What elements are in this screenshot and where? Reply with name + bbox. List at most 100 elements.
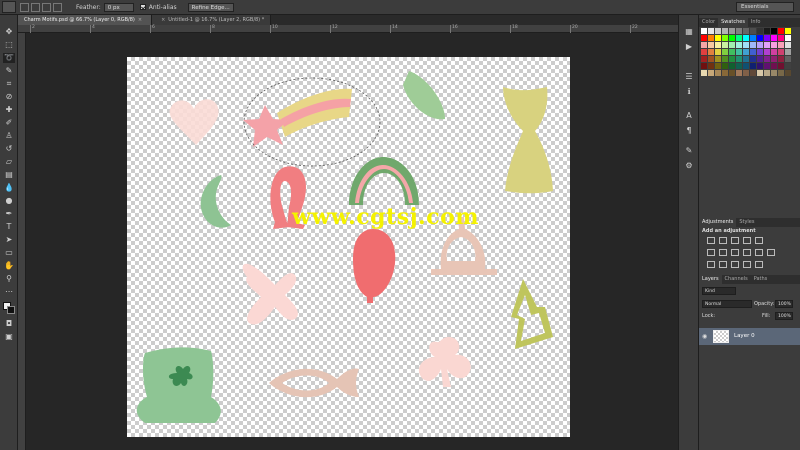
black-white-adjustment-icon[interactable] xyxy=(731,249,739,256)
tab-layers[interactable]: Layers xyxy=(699,275,722,284)
more-tools-icon[interactable]: ⋯ xyxy=(3,287,15,297)
color-swatch[interactable] xyxy=(743,28,749,34)
color-swatch[interactable] xyxy=(701,70,707,76)
vibrance-adjustment-icon[interactable] xyxy=(755,237,763,244)
color-swatch[interactable] xyxy=(715,70,721,76)
color-swatch[interactable] xyxy=(743,35,749,41)
pen-tool-icon[interactable]: ✒ xyxy=(3,209,15,219)
properties-panel-icon[interactable]: ☰ xyxy=(683,72,695,82)
color-swatch[interactable] xyxy=(722,56,728,62)
history-panel-icon[interactable]: ▦ xyxy=(683,27,695,37)
healing-tool-icon[interactable]: ✚ xyxy=(3,105,15,115)
color-swatch[interactable] xyxy=(785,42,791,48)
color-swatch[interactable] xyxy=(757,35,763,41)
color-swatch[interactable] xyxy=(764,28,770,34)
actions-panel-icon[interactable]: ▶ xyxy=(683,42,695,52)
clone-stamp-tool-icon[interactable]: ♙ xyxy=(3,131,15,141)
layer-row[interactable]: ◉ Layer 0 xyxy=(699,328,800,345)
color-swatch[interactable] xyxy=(750,28,756,34)
type-tool-icon[interactable]: T xyxy=(3,222,15,232)
color-lookup-adjustment-icon[interactable] xyxy=(767,249,775,256)
color-swatch[interactable] xyxy=(757,28,763,34)
exposure-adjustment-icon[interactable] xyxy=(743,237,751,244)
anti-alias-checkbox[interactable] xyxy=(139,4,146,10)
color-swatch[interactable] xyxy=(736,63,742,69)
close-tab-icon[interactable]: × xyxy=(161,17,165,23)
color-swatch[interactable] xyxy=(778,70,784,76)
color-swatch[interactable] xyxy=(771,63,777,69)
color-swatch[interactable] xyxy=(785,56,791,62)
color-swatch[interactable] xyxy=(736,42,742,48)
color-swatch[interactable] xyxy=(708,56,714,62)
color-swatch[interactable] xyxy=(764,49,770,55)
color-swatch[interactable] xyxy=(722,63,728,69)
color-swatch[interactable] xyxy=(708,49,714,55)
color-swatch[interactable] xyxy=(764,35,770,41)
history-brush-tool-icon[interactable]: ↺ xyxy=(3,144,15,154)
color-swatch[interactable] xyxy=(722,35,728,41)
color-balance-adjustment-icon[interactable] xyxy=(719,249,727,256)
dodge-tool-icon[interactable]: ● xyxy=(3,196,15,206)
close-tab-icon[interactable]: × xyxy=(138,17,142,23)
color-swatch[interactable] xyxy=(785,35,791,41)
brightness-adjustment-icon[interactable] xyxy=(707,237,715,244)
color-swatch[interactable] xyxy=(750,35,756,41)
info-panel-icon[interactable]: ℹ xyxy=(683,87,695,97)
color-swatch[interactable] xyxy=(771,56,777,62)
color-swatch[interactable] xyxy=(736,28,742,34)
color-swatch[interactable] xyxy=(708,35,714,41)
visibility-eye-icon[interactable]: ◉ xyxy=(702,333,707,340)
brush-tool-icon[interactable]: ✐ xyxy=(3,118,15,128)
color-swatch[interactable] xyxy=(715,28,721,34)
color-swatch[interactable] xyxy=(743,63,749,69)
color-swatch[interactable] xyxy=(708,63,714,69)
color-swatch[interactable] xyxy=(771,70,777,76)
tab-styles[interactable]: Styles xyxy=(736,218,757,227)
add-selection-button[interactable] xyxy=(31,2,40,12)
color-swatch[interactable] xyxy=(750,63,756,69)
gradient-map-adjustment-icon[interactable] xyxy=(743,261,751,268)
color-swatch[interactable] xyxy=(771,28,777,34)
color-swatch[interactable] xyxy=(764,70,770,76)
tab-color[interactable]: Color xyxy=(699,18,718,27)
color-swatch[interactable] xyxy=(778,49,784,55)
tab-paths[interactable]: Paths xyxy=(751,275,771,284)
refine-edge-button[interactable]: Refine Edge... xyxy=(187,2,234,12)
photo-filter-adjustment-icon[interactable] xyxy=(743,249,751,256)
color-swatch[interactable] xyxy=(715,49,721,55)
color-swatch[interactable] xyxy=(722,42,728,48)
color-swatch[interactable] xyxy=(785,70,791,76)
tab-channels[interactable]: Channels xyxy=(722,275,751,284)
color-swatch[interactable] xyxy=(701,28,707,34)
tab-charm-motifs[interactable]: Charm Motifs.psd @ 66.7% (Layer 0, RGB/8… xyxy=(18,15,153,25)
color-swatch[interactable] xyxy=(757,56,763,62)
layer-name[interactable]: Layer 0 xyxy=(734,333,755,339)
color-swatch[interactable] xyxy=(757,42,763,48)
clone-source-panel-icon[interactable]: ⚙ xyxy=(683,161,695,171)
hue-saturation-adjustment-icon[interactable] xyxy=(707,249,715,256)
screen-mode-icon[interactable]: ▣ xyxy=(3,332,15,342)
channel-mixer-adjustment-icon[interactable] xyxy=(755,249,763,256)
tab-untitled-1[interactable]: × Untitled-1 @ 16.7% (Layer 2, RGB/8) * xyxy=(152,15,272,25)
blend-mode-select[interactable]: Normal xyxy=(702,300,752,308)
levels-adjustment-icon[interactable] xyxy=(719,237,727,244)
color-swatch[interactable] xyxy=(729,42,735,48)
color-swatch[interactable] xyxy=(771,35,777,41)
color-swatch[interactable] xyxy=(701,42,707,48)
color-swatch[interactable] xyxy=(743,70,749,76)
color-swatch[interactable] xyxy=(736,35,742,41)
color-swatch[interactable] xyxy=(750,56,756,62)
color-swatch[interactable] xyxy=(715,63,721,69)
threshold-adjustment-icon[interactable] xyxy=(731,261,739,268)
brush-panel-icon[interactable]: ✎ xyxy=(683,146,695,156)
color-swatch[interactable] xyxy=(778,28,784,34)
color-swatch[interactable] xyxy=(715,56,721,62)
color-swatch[interactable] xyxy=(778,56,784,62)
quick-select-tool-icon[interactable]: ✎ xyxy=(3,66,15,76)
color-swatch[interactable] xyxy=(785,63,791,69)
path-selection-tool-icon[interactable]: ➤ xyxy=(3,235,15,245)
color-swatch[interactable] xyxy=(764,56,770,62)
marquee-tool-icon[interactable]: ⬚ xyxy=(3,40,15,50)
color-swatch[interactable] xyxy=(701,49,707,55)
color-swatch[interactable] xyxy=(736,70,742,76)
